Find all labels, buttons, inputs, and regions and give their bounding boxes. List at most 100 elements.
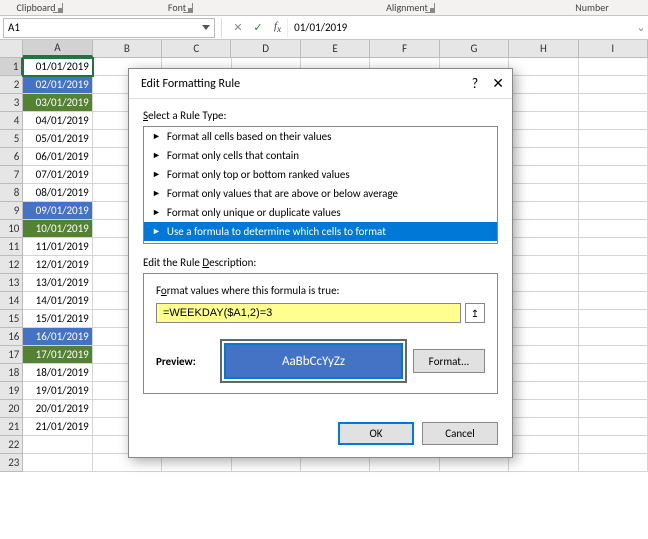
cell[interactable]: 10/01/2019 — [23, 220, 92, 238]
row-header[interactable]: 9 — [0, 202, 23, 220]
cell[interactable] — [579, 310, 648, 328]
cell[interactable]: 09/01/2019 — [23, 202, 92, 220]
cell[interactable]: 14/01/2019 — [23, 292, 92, 310]
cell[interactable] — [23, 454, 92, 472]
cell[interactable] — [509, 148, 578, 166]
cell[interactable]: 13/01/2019 — [23, 274, 92, 292]
row-header[interactable]: 7 — [0, 166, 23, 184]
rule-type-item[interactable]: ►Format only top or bottom ranked values — [144, 165, 497, 184]
clipboard-launcher-icon[interactable] — [53, 3, 63, 13]
cell[interactable] — [579, 382, 648, 400]
cell[interactable]: 11/01/2019 — [23, 238, 92, 256]
cell[interactable]: 16/01/2019 — [23, 328, 92, 346]
row-header[interactable]: 12 — [0, 256, 23, 274]
chevron-down-icon[interactable] — [202, 25, 210, 30]
cell[interactable] — [579, 454, 648, 472]
cell[interactable]: 02/01/2019 — [23, 76, 92, 94]
rule-type-item[interactable]: ►Format only unique or duplicate values — [144, 203, 497, 222]
row-header[interactable]: 6 — [0, 148, 23, 166]
cell[interactable] — [579, 364, 648, 382]
row-header[interactable]: 13 — [0, 274, 23, 292]
row-header[interactable]: 18 — [0, 364, 23, 382]
cell[interactable] — [579, 94, 648, 112]
cell[interactable]: 15/01/2019 — [23, 310, 92, 328]
row-header[interactable]: 15 — [0, 310, 23, 328]
rule-type-list[interactable]: ►Format all cells based on their values►… — [143, 126, 498, 244]
name-box[interactable]: A1 — [3, 18, 215, 38]
cell[interactable] — [509, 364, 578, 382]
cell[interactable] — [509, 346, 578, 364]
cell[interactable] — [579, 130, 648, 148]
help-button[interactable]: ? — [472, 75, 479, 92]
cell[interactable] — [509, 418, 578, 436]
column-header[interactable]: E — [301, 40, 370, 57]
cell[interactable] — [509, 310, 578, 328]
row-header[interactable]: 10 — [0, 220, 23, 238]
cell[interactable] — [509, 328, 578, 346]
column-header[interactable]: A — [23, 40, 92, 57]
rule-type-item[interactable]: ►Format all cells based on their values — [144, 127, 497, 146]
cell[interactable] — [509, 454, 578, 472]
cell[interactable] — [579, 418, 648, 436]
cell[interactable]: 07/01/2019 — [23, 166, 92, 184]
row-header[interactable]: 14 — [0, 292, 23, 310]
cell[interactable] — [509, 184, 578, 202]
column-header[interactable]: I — [579, 40, 648, 57]
row-header[interactable]: 11 — [0, 238, 23, 256]
cell[interactable] — [579, 400, 648, 418]
cell[interactable] — [579, 166, 648, 184]
cell[interactable]: 19/01/2019 — [23, 382, 92, 400]
row-header[interactable]: 23 — [0, 454, 23, 472]
row-header[interactable]: 20 — [0, 400, 23, 418]
row-header[interactable]: 2 — [0, 76, 23, 94]
row-header[interactable]: 3 — [0, 94, 23, 112]
cancel-formula-icon[interactable]: ✕ — [228, 18, 248, 38]
cell[interactable] — [509, 292, 578, 310]
column-header[interactable]: F — [370, 40, 439, 57]
row-header[interactable]: 1 — [0, 58, 23, 76]
cell[interactable]: 03/01/2019 — [23, 94, 92, 112]
cell[interactable]: 04/01/2019 — [23, 112, 92, 130]
cell[interactable] — [579, 346, 648, 364]
column-header[interactable]: G — [440, 40, 509, 57]
cell[interactable] — [509, 274, 578, 292]
cell[interactable]: 12/01/2019 — [23, 256, 92, 274]
cell[interactable] — [579, 238, 648, 256]
cell[interactable] — [509, 76, 578, 94]
formula-bar[interactable]: 01/01/2019 — [287, 18, 634, 38]
row-header[interactable]: 4 — [0, 112, 23, 130]
cell[interactable] — [579, 328, 648, 346]
ok-button[interactable]: OK — [338, 422, 414, 445]
alignment-launcher-icon[interactable] — [425, 3, 435, 13]
font-launcher-icon[interactable] — [183, 3, 193, 13]
rule-type-item[interactable]: ►Format only cells that contain — [144, 146, 497, 165]
cell[interactable] — [579, 274, 648, 292]
cell[interactable] — [579, 112, 648, 130]
row-header[interactable]: 16 — [0, 328, 23, 346]
format-button[interactable]: Format... — [413, 349, 485, 373]
cell[interactable] — [509, 130, 578, 148]
row-header[interactable]: 17 — [0, 346, 23, 364]
cell[interactable] — [509, 436, 578, 454]
column-header[interactable]: C — [162, 40, 231, 57]
cell[interactable] — [579, 256, 648, 274]
cell[interactable] — [579, 76, 648, 94]
expand-formula-bar-icon[interactable]: ⌄ — [634, 21, 648, 34]
cell[interactable] — [509, 220, 578, 238]
rule-type-item[interactable]: ►Use a formula to determine which cells … — [144, 222, 497, 241]
enter-formula-icon[interactable]: ✓ — [248, 18, 268, 38]
fx-icon[interactable]: fx — [274, 20, 281, 34]
cell[interactable] — [509, 400, 578, 418]
rule-type-item[interactable]: ►Format only values that are above or be… — [144, 184, 497, 203]
cell[interactable]: 17/01/2019 — [23, 346, 92, 364]
cell[interactable] — [509, 382, 578, 400]
cell[interactable] — [579, 436, 648, 454]
column-header[interactable]: D — [231, 40, 300, 57]
cell[interactable] — [509, 112, 578, 130]
range-selector-icon[interactable]: ↥ — [465, 303, 485, 323]
cell[interactable] — [579, 148, 648, 166]
cancel-button[interactable]: Cancel — [422, 422, 498, 445]
cell[interactable]: 21/01/2019 — [23, 418, 92, 436]
close-icon[interactable]: ✕ — [492, 75, 504, 92]
cell[interactable] — [509, 256, 578, 274]
